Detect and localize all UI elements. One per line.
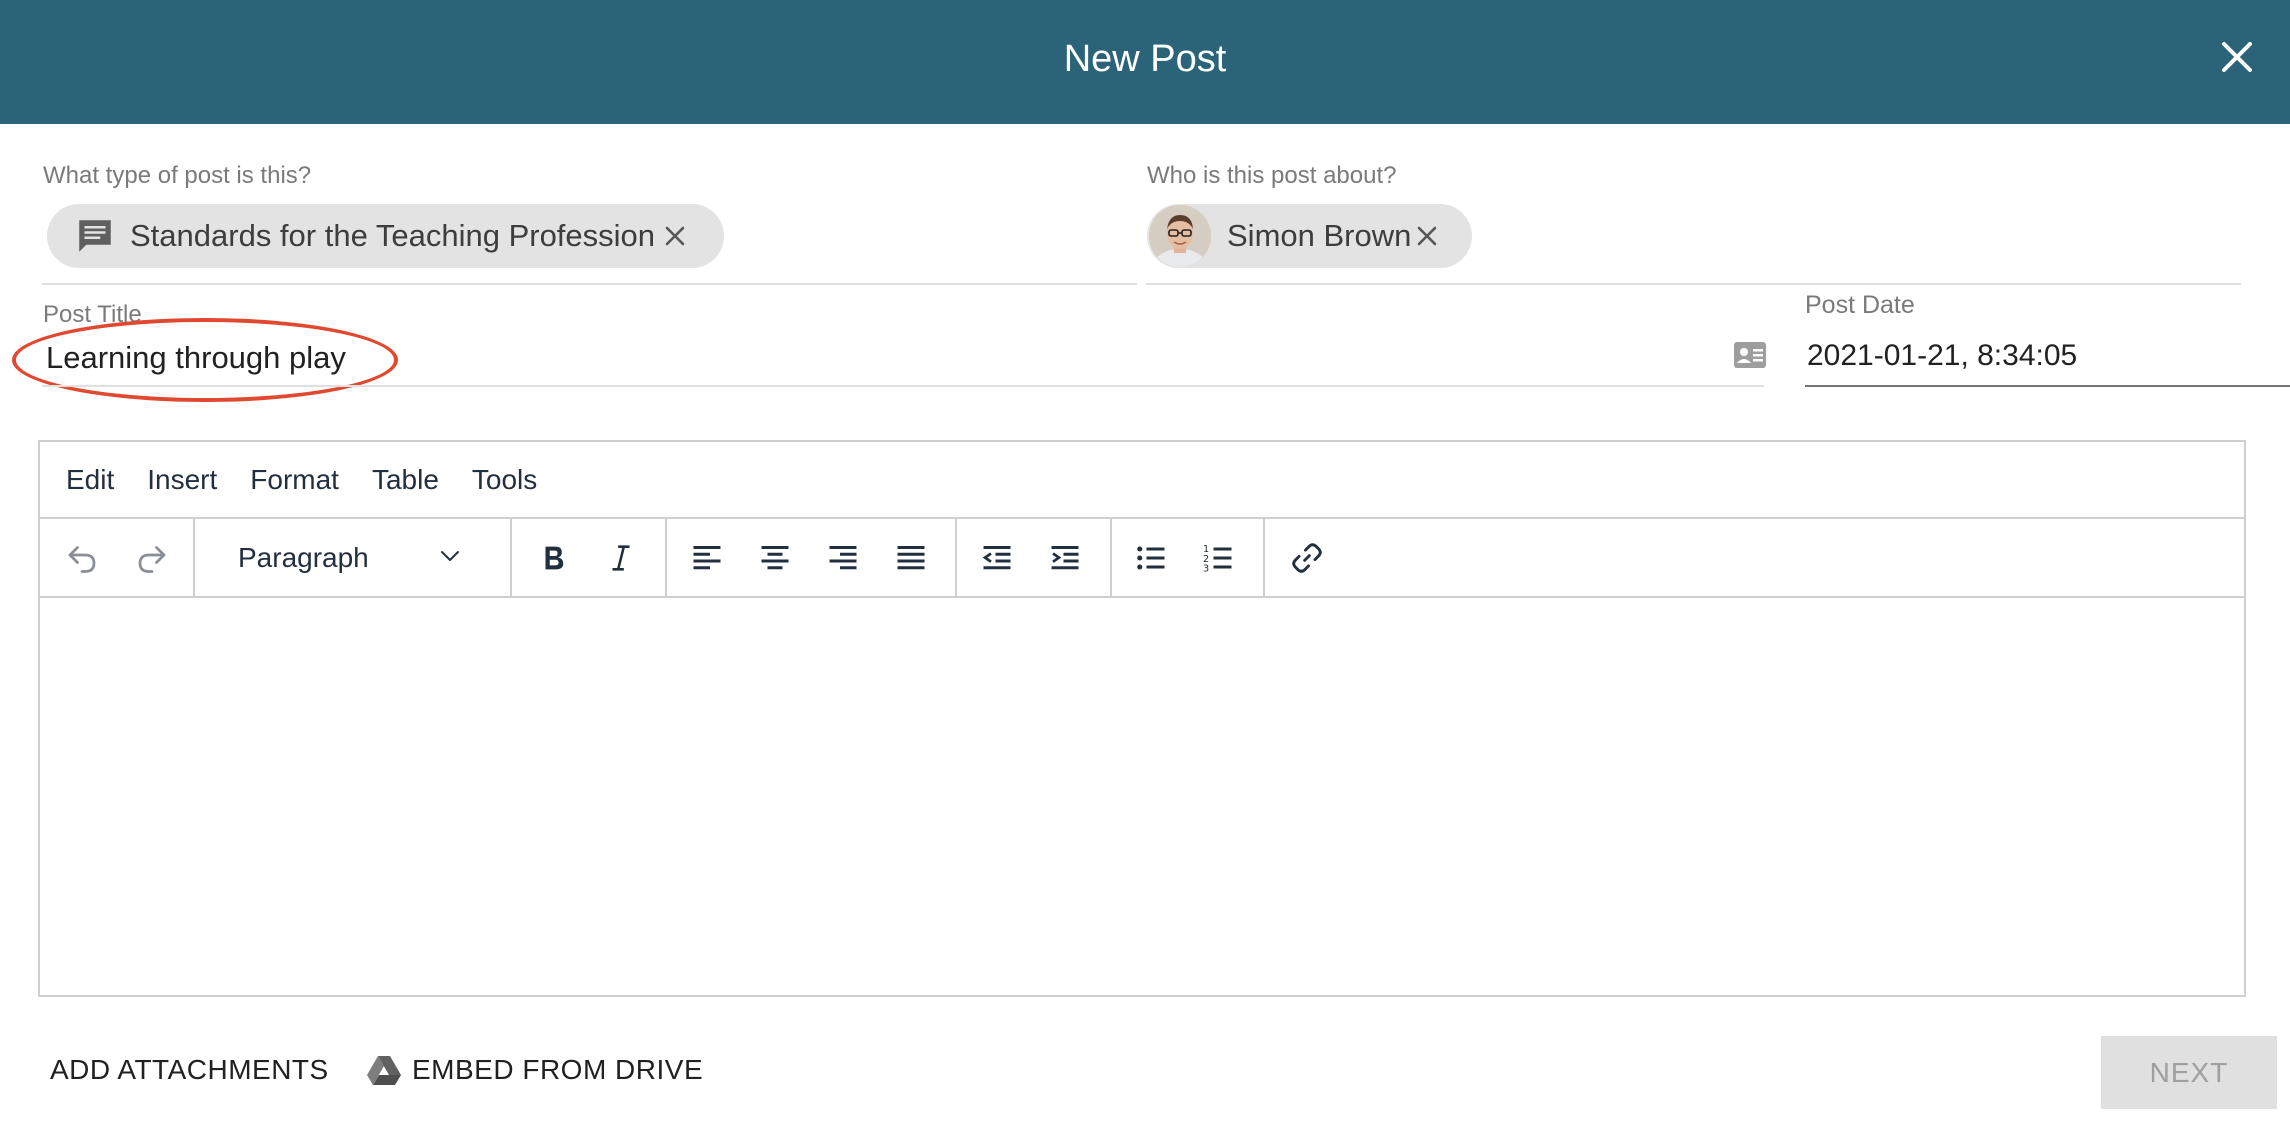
text-style-group: [512, 519, 667, 596]
embed-from-drive-label: EMBED FROM DRIVE: [412, 1054, 704, 1085]
bold-button[interactable]: [532, 536, 576, 580]
align-left-button[interactable]: [685, 536, 729, 580]
outdent-icon: [982, 546, 1011, 570]
alignment-group: [667, 519, 957, 596]
post-type-chip-label: Standards for the Teaching Profession: [130, 218, 656, 253]
post-title-label: Post Title: [43, 301, 142, 328]
dialog-title: New Post: [1063, 38, 1227, 80]
indent-button[interactable]: [1043, 536, 1087, 580]
post-about-label: Who is this post about?: [1147, 162, 1397, 189]
post-date-label: Post Date: [1805, 291, 1915, 319]
bullet-list-button[interactable]: [1129, 536, 1173, 580]
redo-button[interactable]: [130, 536, 174, 580]
bold-icon: [545, 546, 564, 570]
history-group: [40, 519, 195, 596]
editor-toolbar: Paragraph 1 2 3: [40, 519, 2244, 598]
google-drive-icon: [366, 1054, 402, 1086]
block-format-select[interactable]: Paragraph: [218, 519, 480, 596]
italic-icon: [612, 545, 630, 571]
align-justify-icon: [897, 546, 925, 570]
svg-text:3: 3: [1203, 564, 1209, 575]
chevron-down-icon: [441, 551, 459, 561]
comment-icon: [74, 215, 116, 257]
bullet-list-icon: [1137, 546, 1165, 570]
list-group: 1 2 3: [1112, 519, 1265, 596]
link-icon: [1292, 543, 1322, 573]
avatar: [1149, 205, 1211, 267]
new-post-dialog: New Post What type of post is this? Stan…: [0, 0, 2290, 1122]
menu-format[interactable]: Format: [250, 464, 339, 496]
undo-icon: [68, 546, 96, 573]
post-type-chip[interactable]: Standards for the Teaching Profession: [47, 204, 724, 268]
embed-from-drive-button[interactable]: EMBED FROM DRIVE: [366, 1054, 703, 1086]
contact-card-icon[interactable]: [1734, 341, 1766, 369]
close-button[interactable]: [2216, 36, 2258, 78]
next-button[interactable]: NEXT: [2101, 1036, 2277, 1109]
numbered-list-icon: 1 2 3: [1203, 544, 1232, 575]
post-type-underline: [42, 283, 1137, 285]
close-icon: [665, 226, 685, 246]
post-title-input[interactable]: [46, 336, 1706, 380]
undo-button[interactable]: [60, 536, 104, 580]
align-right-icon: [829, 546, 857, 570]
remove-post-type-button[interactable]: [661, 222, 689, 250]
block-format-value: Paragraph: [238, 541, 369, 573]
post-title-underline: [42, 385, 1764, 387]
menu-tools[interactable]: Tools: [472, 464, 537, 496]
align-center-icon: [761, 546, 789, 570]
add-attachments-label: ADD ATTACHMENTS: [50, 1054, 329, 1085]
menu-table[interactable]: Table: [372, 464, 439, 496]
post-about-chip[interactable]: Simon Brown: [1147, 204, 1472, 268]
align-left-icon: [693, 546, 721, 570]
post-date-underline: [1805, 385, 2290, 387]
outdent-button[interactable]: [975, 536, 1019, 580]
remove-person-button[interactable]: [1413, 222, 1441, 250]
insert-link-button[interactable]: [1285, 536, 1329, 580]
post-about-underline: [1146, 283, 2241, 285]
align-justify-button[interactable]: [889, 536, 933, 580]
editor-content-area[interactable]: [40, 600, 2244, 997]
menu-edit[interactable]: Edit: [66, 464, 114, 496]
post-date-input[interactable]: [1807, 334, 2277, 378]
numbered-list-button[interactable]: 1 2 3: [1196, 536, 1240, 580]
indent-icon: [1051, 546, 1079, 570]
rich-text-editor: Edit Insert Format Table Tools Paragraph…: [38, 440, 2246, 997]
post-about-chip-label: Simon Brown: [1227, 218, 1412, 253]
close-icon: [1418, 226, 1437, 246]
editor-menubar: Edit Insert Format Table Tools: [40, 442, 2244, 519]
italic-button[interactable]: [599, 536, 643, 580]
post-type-label: What type of post is this?: [43, 162, 312, 189]
dialog-header: New Post: [0, 0, 2290, 124]
add-attachments-button[interactable]: ADD ATTACHMENTS: [50, 1054, 329, 1086]
align-center-button[interactable]: [753, 536, 797, 580]
close-icon: [2222, 42, 2252, 72]
align-right-button[interactable]: [821, 536, 865, 580]
redo-icon: [138, 546, 166, 573]
indent-group: [957, 519, 1112, 596]
menu-insert[interactable]: Insert: [147, 464, 217, 496]
